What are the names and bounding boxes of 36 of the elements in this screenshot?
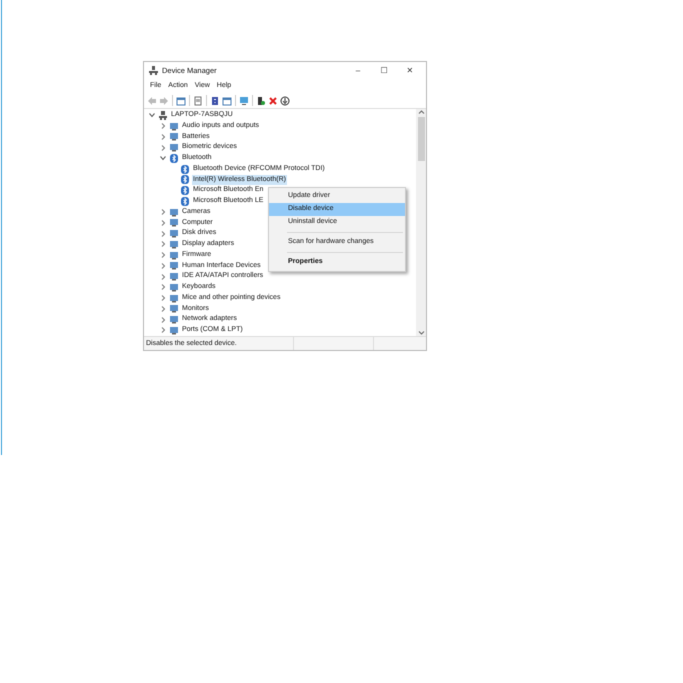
computer-icon bbox=[159, 110, 167, 120]
bluetooth-icon bbox=[170, 154, 178, 163]
device-add-icon[interactable] bbox=[256, 96, 266, 106]
device-icon bbox=[170, 143, 178, 152]
expand-chevron-icon[interactable] bbox=[160, 220, 167, 226]
expand-chevron-icon[interactable] bbox=[160, 252, 167, 258]
expand-chevron-icon[interactable] bbox=[160, 327, 167, 334]
scroll-up-icon[interactable] bbox=[418, 109, 424, 116]
monitor-icon[interactable] bbox=[239, 96, 249, 106]
scroll-down-icon[interactable] bbox=[418, 329, 424, 336]
expand-chevron-icon[interactable] bbox=[160, 306, 167, 312]
scroll-thumb[interactable] bbox=[418, 117, 424, 161]
close-button[interactable]: ✕ bbox=[399, 64, 421, 76]
download-circle-icon[interactable] bbox=[280, 96, 290, 106]
expand-chevron-icon[interactable] bbox=[160, 262, 167, 269]
expand-chevron-icon[interactable] bbox=[160, 241, 167, 248]
minimize-button[interactable]: – bbox=[347, 64, 369, 76]
expand-chevron-icon[interactable] bbox=[160, 295, 167, 302]
expand-chevron-icon[interactable] bbox=[160, 230, 167, 237]
expand-chevron-icon[interactable] bbox=[160, 134, 167, 140]
collapse-chevron-icon[interactable] bbox=[149, 112, 156, 118]
expand-chevron-icon[interactable] bbox=[160, 274, 167, 280]
window-icon[interactable] bbox=[176, 96, 186, 106]
expand-chevron-icon[interactable] bbox=[160, 144, 167, 151]
window-icon[interactable] bbox=[222, 96, 232, 106]
maximize-button[interactable]: ☐ bbox=[373, 64, 395, 76]
collapse-chevron-icon[interactable] bbox=[160, 155, 167, 162]
help-book-icon[interactable] bbox=[210, 96, 220, 106]
app-icon bbox=[149, 66, 158, 75]
remove-icon[interactable] bbox=[268, 96, 278, 106]
vertical-scrollbar[interactable] bbox=[416, 109, 426, 336]
expand-chevron-icon[interactable] bbox=[160, 209, 167, 216]
expand-chevron-icon[interactable] bbox=[160, 123, 167, 130]
expand-chevron-icon[interactable] bbox=[160, 284, 167, 290]
page-icon[interactable] bbox=[193, 96, 203, 106]
expand-chevron-icon[interactable] bbox=[160, 316, 167, 323]
